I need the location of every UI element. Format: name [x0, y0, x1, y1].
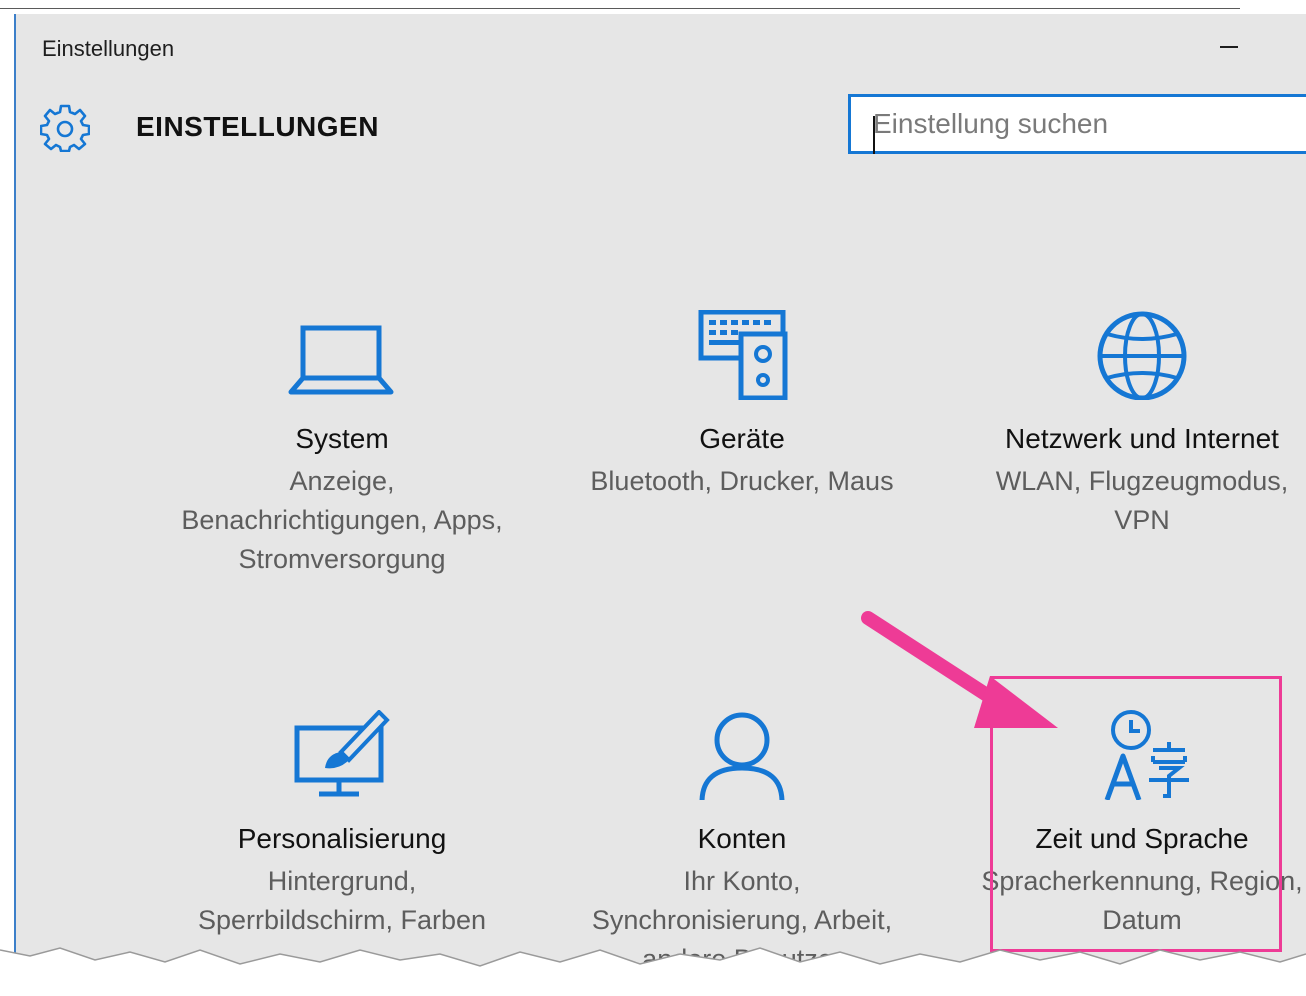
tile-title: System — [295, 423, 389, 454]
tile-personalization[interactable]: Personalisierung Hintergrund, Sperrbilds… — [142, 710, 542, 940]
tile-description: Bluetooth, Drucker, Maus — [590, 466, 894, 496]
tile-title: Konten — [697, 823, 787, 854]
search-input[interactable] — [848, 94, 1306, 154]
tile-description: WLAN, Flugzeugmodus, VPN — [995, 466, 1289, 535]
page-title: EINSTELLUNGEN — [136, 111, 379, 142]
tile-description: Anzeige, Benachrichtigungen, Apps, Strom… — [181, 466, 503, 574]
tile-devices[interactable]: Geräte Bluetooth, Drucker, Maus — [542, 310, 942, 501]
devices-icon — [698, 310, 788, 400]
tile-network[interactable]: Netzwerk und Internet WLAN, Flugzeugmodu… — [942, 310, 1306, 540]
top-divider — [0, 8, 1240, 9]
minimize-button[interactable] — [1212, 28, 1252, 68]
tile-title: Personalisierung — [237, 823, 447, 854]
tile-title: Netzwerk und Internet — [1005, 423, 1279, 454]
tile-title: Geräte — [699, 423, 785, 454]
globe-icon — [1097, 311, 1187, 400]
laptop-icon — [288, 325, 394, 395]
settings-window: Einstellungen EINSTELLUNGEN System Anzei… — [14, 14, 1306, 996]
text-caret — [873, 116, 875, 154]
gear-icon — [40, 104, 90, 152]
pointer-arrow — [861, 611, 1058, 728]
personalization-icon — [294, 710, 390, 797]
window-title: Einstellungen — [42, 36, 175, 61]
tile-system[interactable]: System Anzeige, Benachrichtigungen, Apps… — [142, 310, 542, 579]
tile-description: Hintergrund, Sperrbildschirm, Farben — [197, 866, 487, 935]
torn-edge — [0, 947, 1306, 996]
person-icon — [699, 712, 785, 800]
